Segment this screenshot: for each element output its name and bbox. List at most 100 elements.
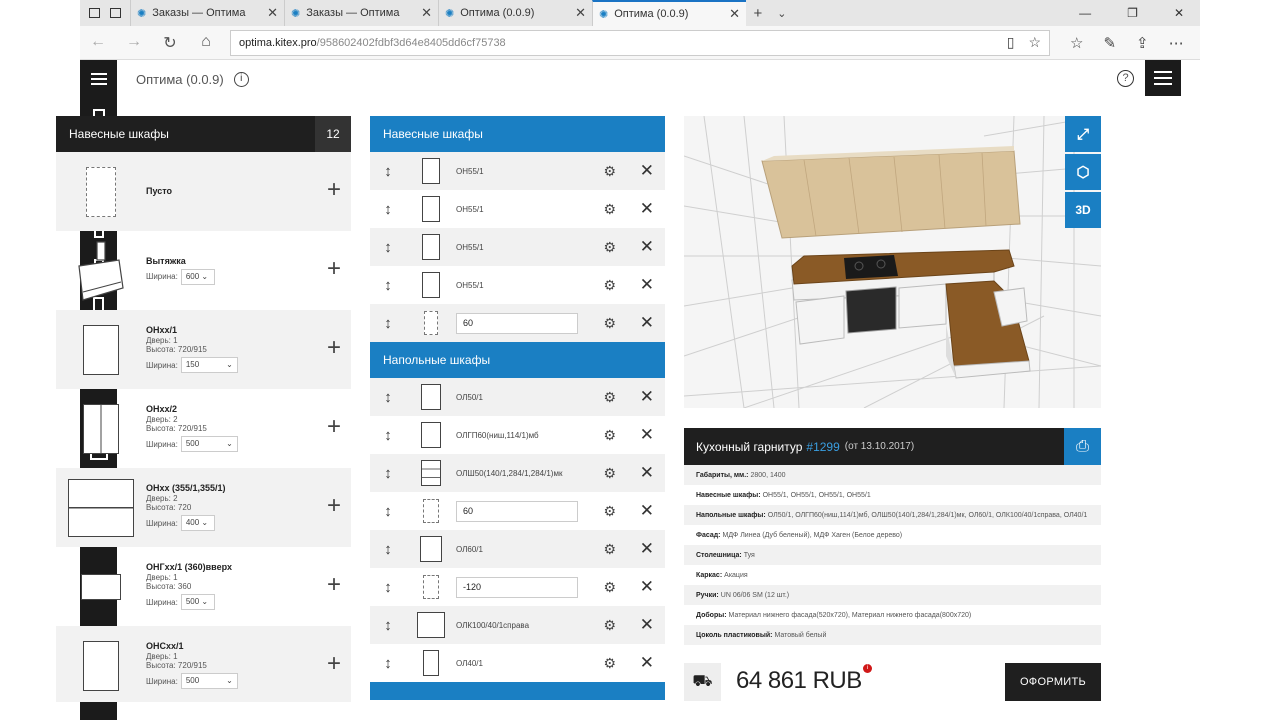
checkout-button[interactable]: ОФОРМИТЬ [1005,663,1101,701]
gear-icon[interactable]: ⚙ [603,617,616,634]
forward-icon[interactable]: → [126,33,142,53]
list-menu-button[interactable] [1145,60,1181,96]
kitchen-3d-viewer[interactable]: ⤢ ⬡ 3D [684,116,1101,408]
drag-handle-icon[interactable]: ↕ [370,389,406,406]
view-3d-button[interactable]: 3D [1065,192,1101,228]
wall-section-header[interactable]: Навесные шкафы [370,116,665,152]
width-select[interactable]: 500 ⌄ [180,594,215,610]
home-icon[interactable]: ⌂ [198,33,214,53]
width-select[interactable]: 150 ⌄ [180,357,238,373]
spacer-width-input[interactable]: 60 [456,500,578,522]
spacer-width-input[interactable]: 60 [456,312,578,334]
drag-handle-icon[interactable]: ↕ [370,655,406,672]
order-number-link[interactable]: #1299 [806,440,839,454]
favorite-star-icon[interactable]: ☆ [1028,34,1041,51]
next-section-header[interactable] [370,682,665,700]
add-plus-icon[interactable]: + [327,652,341,676]
floor-section-header[interactable]: Напольные шкафы [370,342,665,378]
close-icon[interactable]: ✕ [640,653,654,673]
drag-handle-icon[interactable]: ↕ [370,277,406,294]
gear-icon[interactable]: ⚙ [603,201,616,218]
add-plus-icon[interactable]: + [327,257,341,281]
view-cube-button[interactable]: ⬡ [1065,154,1101,190]
width-select[interactable]: 400 ⌄ [180,515,215,531]
back-icon[interactable]: ← [90,33,106,53]
close-icon[interactable]: ✕ [640,387,654,407]
gear-icon[interactable]: ⚙ [603,277,616,294]
drag-handle-icon[interactable]: ↕ [370,315,406,332]
refresh-icon[interactable]: ↻ [162,33,178,53]
spacer-width-input[interactable]: -120 [456,576,578,598]
close-icon[interactable]: ✕ [640,615,654,635]
tab-optima-1[interactable]: ✺ Оптима (0.0.9) ✕ [438,0,592,26]
tab-orders-1[interactable]: ✺ Заказы — Оптима ✕ [130,0,284,26]
close-tab-icon[interactable]: ✕ [267,5,278,21]
price-info-badge[interactable]: i [863,664,872,673]
drag-handle-icon[interactable]: ↕ [370,239,406,256]
add-plus-icon[interactable]: + [327,178,341,202]
width-select[interactable]: 600 ⌄ [180,268,215,285]
drag-handle-icon[interactable]: ↕ [370,201,406,218]
close-icon[interactable]: ✕ [640,577,654,597]
add-plus-icon[interactable]: + [327,415,341,439]
empty-cabinet-icon [86,166,116,217]
drag-handle-icon[interactable]: ↕ [370,465,406,482]
close-icon[interactable]: ✕ [640,539,654,559]
gear-icon[interactable]: ⚙ [603,163,616,180]
drag-handle-icon[interactable]: ↕ [370,541,406,558]
gear-icon[interactable]: ⚙ [603,503,616,520]
close-tab-icon[interactable]: ✕ [729,6,740,22]
new-tab-icon[interactable]: + [754,5,763,22]
close-tab-icon[interactable]: ✕ [421,5,432,21]
tab-orders-2[interactable]: ✺ Заказы — Оптима ✕ [284,0,438,26]
close-icon[interactable]: ✕ [640,275,654,295]
help-icon[interactable]: ? [1117,70,1134,87]
gear-icon[interactable]: ⚙ [603,427,616,444]
close-icon[interactable]: ✕ [640,161,654,181]
minimize-icon[interactable]: — [1079,6,1091,20]
reading-view-icon[interactable]: ▯ [1007,34,1015,51]
add-plus-icon[interactable]: + [327,336,341,360]
more-icon[interactable]: ⋯ [1169,34,1184,52]
gear-icon[interactable]: ⚙ [603,315,616,332]
close-icon[interactable]: ✕ [640,463,654,483]
close-window-icon[interactable]: ✕ [1174,6,1184,20]
close-tab-icon[interactable]: ✕ [575,5,586,21]
composition-row-spacer: ↕ -120 ⚙ ✕ [370,568,665,606]
tab-manager-icon[interactable] [89,8,100,18]
gear-icon[interactable]: ⚙ [603,465,616,482]
info-icon[interactable]: i [233,71,249,87]
close-icon[interactable]: ✕ [640,237,654,257]
gear-icon[interactable]: ⚙ [603,579,616,596]
gear-icon[interactable]: ⚙ [603,541,616,558]
drag-handle-icon[interactable]: ↕ [370,579,406,596]
width-select[interactable]: 500 ⌄ [180,673,238,689]
add-plus-icon[interactable]: + [327,494,341,518]
close-icon[interactable]: ✕ [640,501,654,521]
tab-optima-active[interactable]: ✺ Оптима (0.0.9) ✕ [592,0,746,26]
favorites-hub-icon[interactable]: ☆ [1070,34,1083,52]
url-host: optima.kitex.pro [239,36,317,49]
add-plus-icon[interactable]: + [327,573,341,597]
restore-icon[interactable]: ❐ [1127,6,1138,20]
cart-button[interactable]: ⛟ [684,663,721,701]
gear-icon[interactable]: ⚙ [603,389,616,406]
drag-handle-icon[interactable]: ↕ [370,617,406,634]
gear-icon[interactable]: ⚙ [603,655,616,672]
drag-handle-icon[interactable]: ↕ [370,503,406,520]
sidebar-menu-button[interactable] [80,60,117,97]
print-button[interactable]: ⎙ [1064,428,1101,465]
fullscreen-button[interactable]: ⤢ [1065,116,1101,152]
width-select[interactable]: 500 ⌄ [180,436,238,452]
url-field[interactable]: optima.kitex.pro /958602402fdbf3d64e8405… [230,29,1050,56]
close-icon[interactable]: ✕ [640,199,654,219]
drag-handle-icon[interactable]: ↕ [370,427,406,444]
close-icon[interactable]: ✕ [640,313,654,333]
share-icon[interactable]: ⇪ [1136,34,1149,52]
close-icon[interactable]: ✕ [640,425,654,445]
notes-pen-icon[interactable]: ✎ [1103,34,1116,52]
gear-icon[interactable]: ⚙ [603,239,616,256]
tab-list-chevron-icon[interactable]: ⌄ [777,7,786,20]
set-aside-icon[interactable] [110,8,121,18]
drag-handle-icon[interactable]: ↕ [370,163,406,180]
